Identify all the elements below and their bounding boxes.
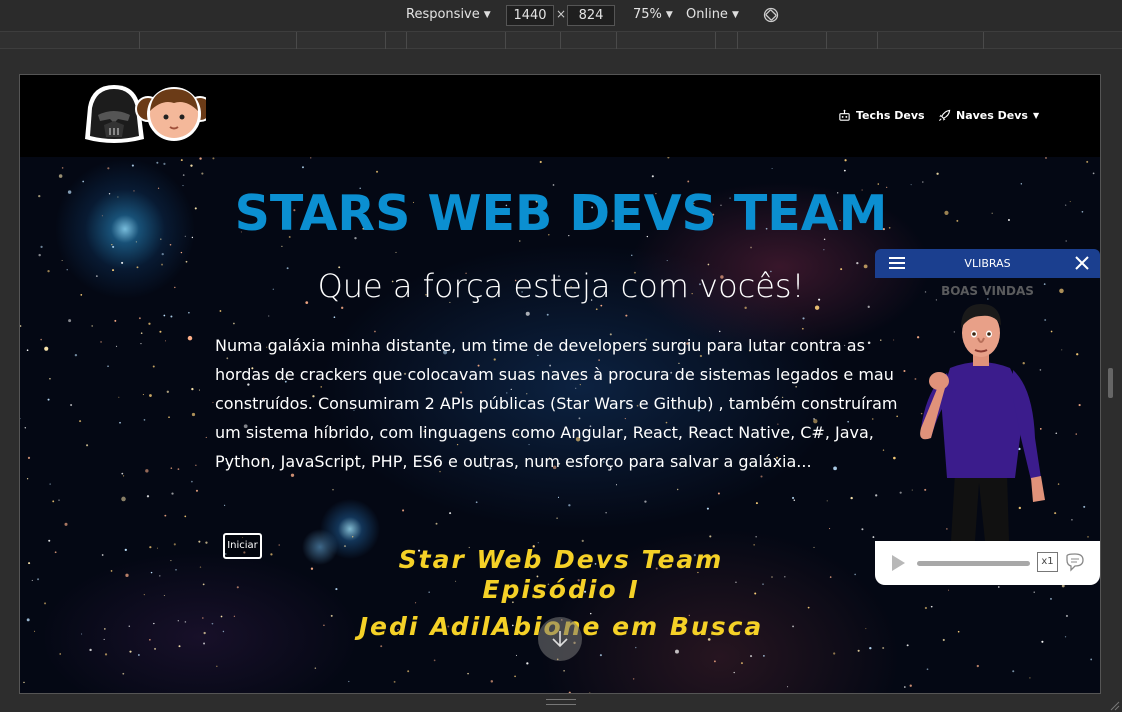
vlibras-speed-button[interactable]: x1 [1037,552,1058,572]
robot-icon [839,109,850,121]
nav-link-label: Naves Devs [956,109,1028,122]
play-icon[interactable] [889,554,907,572]
nav-dropdown-naves-devs[interactable]: Naves Devs ▼ [938,109,1039,122]
media-query-ruler [0,31,1122,49]
close-icon[interactable] [1074,255,1090,271]
scroll-down-button[interactable] [538,617,582,661]
darth-vader-and-leia-logo[interactable] [82,81,206,147]
device-select-label: Responsive [406,7,480,22]
nav-link-label: Techs Devs [856,109,925,122]
rotate-icon[interactable] [763,7,779,23]
zoom-select[interactable]: 75% ▼ [633,7,673,22]
subtitles-icon[interactable] [1065,553,1085,572]
vlibras-title: VLIBRAS [964,257,1011,270]
chevron-down-icon: ▼ [483,9,491,20]
chevron-down-icon: ▼ [665,9,673,20]
vlibras-avatar-stage: BOAS VINDAS [875,278,1100,541]
arrow-down-icon [552,631,568,648]
vlibras-progress-bar[interactable] [917,561,1030,566]
hero-title: STARS WEB DEVS TEAM [234,185,888,242]
resize-corner-icon[interactable] [1108,699,1120,711]
width-input[interactable]: 1440 [506,5,554,26]
nav-link-techs-devs[interactable]: Techs Devs [838,109,925,122]
chevron-down-icon: ▼ [731,9,739,20]
viewport-resize-handle-bottom[interactable] [546,699,576,705]
height-input[interactable]: 824 [567,5,615,26]
viewport-resize-handle-right[interactable] [1108,368,1113,398]
rocket-icon [938,109,951,122]
dimension-separator: × [556,7,567,21]
hero-description: Numa galáxia minha distante, um time de … [215,336,898,471]
throttle-select[interactable]: Online ▼ [686,7,739,22]
site-navbar: Techs Devs Naves Devs ▼ [20,75,1100,157]
throttle-select-label: Online [686,7,728,22]
device-select[interactable]: Responsive ▼ [406,7,491,22]
vlibras-widget: VLIBRAS BOAS VINDAS x1 [875,249,1100,585]
devtools-device-toolbar: Responsive ▼ 1440 × 824 75% ▼ Online ▼ [0,0,1122,31]
zoom-select-label: 75% [633,7,662,22]
vlibras-player-controls: x1 [875,541,1100,585]
sign-language-avatar [920,304,1045,541]
vlibras-header: VLIBRAS [875,249,1100,278]
caret-down-icon: ▼ [1032,111,1040,120]
